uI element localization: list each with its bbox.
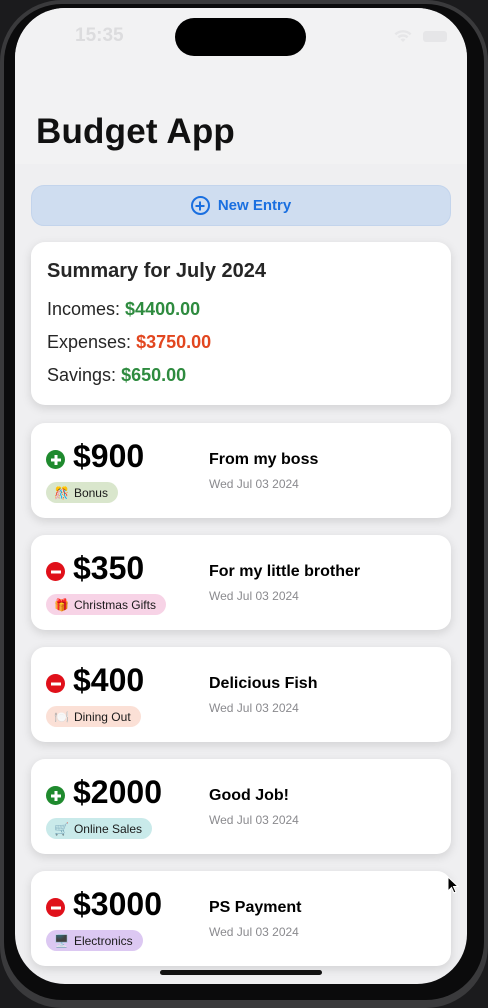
summary-title: Summary for July 2024 (47, 260, 266, 282)
dining-icon: 🍽️ (54, 709, 69, 724)
gift-icon: 🎁 (54, 597, 69, 612)
entry-title: Good Job! (209, 787, 289, 804)
entry-title: From my boss (209, 451, 319, 468)
category-badge: 🛒 Online Sales (46, 818, 152, 839)
category-badge: 🎊 Bonus (46, 482, 118, 503)
category-badge: 🍽️ Dining Out (46, 706, 141, 727)
app-screen: 15:35 Budget App New Entry Summary for J… (15, 8, 467, 984)
entry-title: PS Payment (209, 899, 302, 916)
entry-card[interactable]: $400 🍽️ Dining Out Delicious Fish Wed Ju… (31, 647, 451, 742)
summary-savings: Savings: $650.00 (47, 365, 186, 386)
plus-circle-icon (190, 196, 210, 215)
expense-minus-icon (46, 898, 65, 917)
expense-minus-icon (46, 674, 65, 693)
status-icons (393, 28, 447, 44)
entry-amount: $900 (73, 438, 145, 474)
category-label: Bonus (73, 485, 108, 500)
entry-amount: $400 (73, 662, 145, 698)
category-label: Christmas Gifts (73, 597, 156, 612)
entry-amount: $2000 (73, 774, 162, 810)
dynamic-island (175, 18, 306, 56)
entry-card[interactable]: $350 🎁 Christmas Gifts For my little bro… (31, 535, 451, 630)
shopping-cart-icon: 🛒 (54, 821, 69, 836)
party-popper-icon: 🎊 (54, 485, 69, 500)
mouse-cursor-icon (447, 876, 459, 894)
income-plus-icon (46, 786, 65, 805)
entry-amount: $350 (73, 550, 145, 586)
new-entry-label: New Entry (217, 197, 292, 214)
income-plus-icon (46, 450, 65, 469)
category-label: Online Sales (73, 821, 142, 836)
savings-label: Savings: (47, 365, 117, 385)
entry-card[interactable]: $3000 🖥️ Electronics PS Payment Wed Jul … (31, 871, 451, 966)
entry-card[interactable]: $2000 🛒 Online Sales Good Job! Wed Jul 0… (31, 759, 451, 854)
entry-title: For my little brother (209, 563, 361, 580)
incomes-label: Incomes: (47, 299, 121, 319)
entry-date: Wed Jul 03 2024 (209, 925, 299, 939)
wifi-icon (394, 30, 412, 42)
entry-date: Wed Jul 03 2024 (209, 813, 299, 827)
entry-amount: $3000 (73, 886, 162, 922)
expenses-label: Expenses: (47, 332, 132, 352)
new-entry-button[interactable]: New Entry (31, 185, 451, 226)
entry-date: Wed Jul 03 2024 (209, 589, 299, 603)
entry-card[interactable]: $900 🎊 Bonus From my boss Wed Jul 03 202… (31, 423, 451, 518)
battery-icon (423, 30, 447, 42)
summary-incomes: Incomes: $4400.00 (47, 299, 200, 320)
category-label: Electronics (73, 933, 133, 948)
entry-date: Wed Jul 03 2024 (209, 477, 299, 491)
category-label: Dining Out (73, 709, 131, 724)
expense-minus-icon (46, 562, 65, 581)
home-indicator[interactable] (160, 970, 322, 975)
page-title: Budget App (36, 112, 235, 151)
status-time: 15:35 (75, 25, 124, 46)
savings-value: $650.00 (121, 365, 187, 385)
category-badge: 🖥️ Electronics (46, 930, 143, 951)
computer-icon: 🖥️ (54, 933, 69, 948)
summary-expenses: Expenses: $3750.00 (47, 332, 211, 353)
entry-date: Wed Jul 03 2024 (209, 701, 299, 715)
category-badge: 🎁 Christmas Gifts (46, 594, 166, 615)
expenses-value: $3750.00 (136, 332, 212, 352)
summary-card: Summary for July 2024 Incomes: $4400.00 … (31, 242, 451, 405)
incomes-value: $4400.00 (125, 299, 201, 319)
entry-title: Delicious Fish (209, 675, 318, 692)
